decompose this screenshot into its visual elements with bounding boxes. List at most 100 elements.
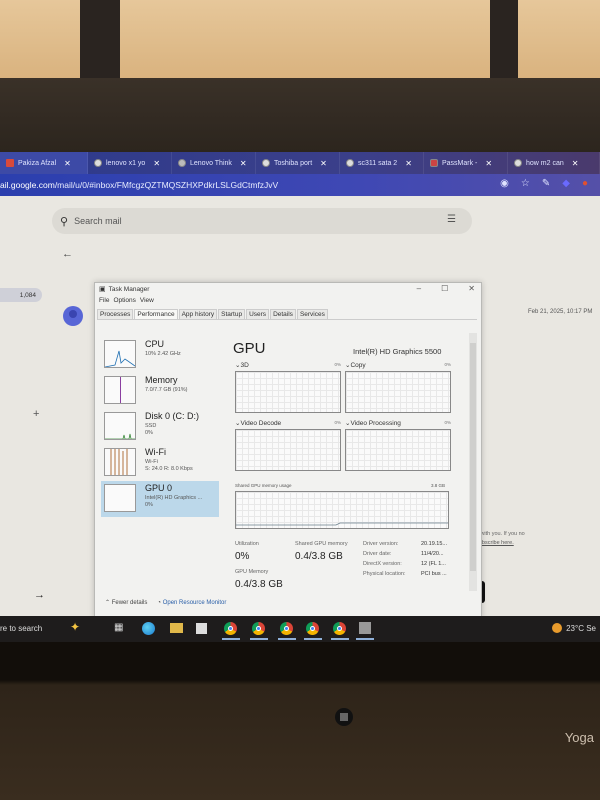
laptop-bezel-top — [0, 78, 600, 158]
chrome-icon[interactable] — [252, 622, 265, 635]
close-icon[interactable]: ✕ — [153, 159, 160, 168]
engine-label: 3D — [240, 362, 249, 369]
gpu-memory-label: GPU Memory — [235, 569, 269, 575]
disk-sparkline — [104, 412, 136, 440]
close-icon[interactable]: ✕ — [485, 159, 492, 168]
google-icon — [262, 159, 270, 167]
browser-tab[interactable]: sc311 sata 2 ✕ — [340, 152, 424, 174]
plus-icon[interactable]: + — [33, 408, 39, 420]
driver-date-value: 11/4/20... — [421, 551, 444, 557]
browser-tab[interactable]: lenovo x1 yo ✕ — [88, 152, 172, 174]
tab-app-history[interactable]: App history — [178, 309, 218, 319]
forward-arrow-icon[interactable]: → — [34, 589, 45, 601]
resource-disk[interactable]: Disk 0 (C: D:) SSD 0% — [101, 409, 219, 445]
resource-monitor-label: Open Resource Monitor — [162, 599, 227, 606]
close-icon[interactable]: ✕ — [320, 159, 327, 168]
store-icon[interactable] — [196, 623, 207, 634]
resource-detail: 10% 2.42 GHz — [145, 351, 181, 357]
resource-detail: 7.0/7.7 GB (91%) — [145, 387, 188, 393]
address-bar[interactable]: ail.google.com/mail/u/0/#inbox/FMfcgzQZT… — [0, 174, 600, 196]
scrollbar[interactable] — [469, 333, 477, 591]
close-icon[interactable]: ✕ — [572, 159, 579, 168]
search-mail-input[interactable]: ⚲ Search mail — [52, 208, 472, 234]
tab-processes[interactable]: Processes — [97, 309, 134, 319]
resource-gpu[interactable]: GPU 0 Intel(R) HD Graphics ... 0% — [101, 481, 219, 517]
maximize-icon[interactable]: ☐ — [441, 284, 448, 293]
pencil-icon[interactable]: ✎ — [542, 178, 550, 189]
task-manager-taskbar-icon[interactable] — [359, 622, 371, 634]
engine-label: Video Processing — [350, 420, 401, 427]
tab-bar: Processes Performance App history Startu… — [97, 309, 477, 320]
browser-tab[interactable]: Lenovo Think ✕ — [172, 152, 256, 174]
tab-details[interactable]: Details — [270, 309, 296, 319]
resource-cpu[interactable]: CPU 10% 2.42 GHz — [101, 337, 219, 373]
wifi-sparkline — [104, 448, 136, 476]
menu-file[interactable]: File — [99, 297, 109, 304]
windows-taskbar: re to search ✦ ▦ 23°C Se — [0, 616, 600, 642]
weather-text: 23°C Se — [566, 623, 596, 633]
url-text[interactable]: ail.google.com/mail/u/0/#inbox/FMfcgzQZT… — [0, 180, 278, 190]
file-explorer-icon[interactable] — [170, 623, 183, 633]
search-options-icon[interactable]: ☰ — [447, 214, 456, 225]
tab-performance[interactable]: Performance — [134, 309, 178, 319]
browser-tab-strip: Pakiza Afzal ✕ lenovo x1 yo ✕ Lenovo Thi… — [0, 152, 600, 174]
close-icon[interactable]: ✕ — [64, 159, 71, 168]
fewer-details-button[interactable]: ⌃ Fewer details — [105, 599, 147, 606]
chrome-icon[interactable] — [333, 622, 346, 635]
tab-services[interactable]: Services — [296, 309, 328, 319]
window-title: ▣ Task Manager — [99, 285, 149, 294]
tab-users[interactable]: Users — [246, 309, 270, 319]
weather-widget[interactable]: 23°C Se — [552, 623, 596, 633]
search-icon: ⚲ — [60, 215, 69, 228]
back-arrow-icon[interactable]: ← — [62, 248, 73, 260]
gmail-view: ⚲ Search mail ☰ ← 1,084 Feb 21, 2025, 10… — [0, 196, 600, 619]
star-icon[interactable]: ☆ — [521, 178, 530, 189]
resource-wifi[interactable]: Wi-Fi Wi-Fi S: 24.0 R: 8.0 Kbps — [101, 445, 219, 481]
menu-options[interactable]: Options — [113, 297, 135, 304]
shared-memory-max: 3.8 GB — [431, 483, 446, 488]
profile-icon[interactable]: ● — [582, 178, 588, 189]
close-icon[interactable]: ✕ — [468, 284, 475, 293]
shared-gpu-memory-label: Shared GPU memory — [295, 541, 348, 547]
browser-tab[interactable]: Toshiba port ✕ — [256, 152, 340, 174]
minimize-icon[interactable]: – — [417, 284, 421, 293]
copilot-icon[interactable]: ✦ — [70, 620, 80, 634]
fewer-details-label: Fewer details — [111, 600, 148, 606]
menu-bar: File Options View — [99, 297, 154, 304]
engine-pct: 0% — [444, 362, 451, 367]
tab-label: PassMark - — [442, 159, 478, 167]
search-placeholder: Search mail — [74, 216, 122, 226]
edge-icon[interactable] — [142, 622, 155, 635]
chrome-icon[interactable] — [280, 622, 293, 635]
close-icon[interactable]: ✕ — [240, 159, 247, 168]
engine-graph — [235, 429, 341, 471]
task-view-icon[interactable]: ▦ — [114, 622, 123, 633]
taskbar-search[interactable]: re to search — [0, 624, 42, 633]
browser-tab[interactable]: how m2 can ✕ — [508, 152, 600, 174]
physical-location-value: PCI bus ... — [421, 571, 447, 577]
resource-memory[interactable]: Memory 7.0/7.7 GB (91%) — [101, 373, 219, 409]
menu-view[interactable]: View — [140, 297, 154, 304]
driver-date-label: Driver date: — [363, 551, 392, 557]
utilization-label: Utilization — [235, 541, 259, 547]
browser-tab[interactable]: PassMark - ✕ — [424, 152, 508, 174]
tab-label: how m2 can — [526, 159, 564, 167]
scrollbar-thumb[interactable] — [470, 343, 476, 571]
close-icon[interactable]: ✕ — [405, 159, 412, 168]
chevron-up-icon: ⌃ — [105, 600, 111, 606]
memory-sparkline — [104, 376, 136, 404]
browser-tab[interactable]: Pakiza Afzal ✕ — [0, 152, 88, 174]
inbox-count-badge[interactable]: 1,084 — [0, 288, 42, 302]
chrome-icon[interactable] — [224, 622, 237, 635]
eye-icon[interactable]: ◉ — [500, 178, 509, 189]
chrome-icon[interactable] — [306, 622, 319, 635]
extension-icon[interactable]: ◆ — [562, 178, 570, 189]
open-resource-monitor-link[interactable]: ◔ Open Resource Monitor — [157, 600, 226, 606]
resource-monitor-icon: ◔ — [157, 599, 162, 606]
tab-startup[interactable]: Startup — [218, 309, 246, 319]
laptop-brand: Yoga — [564, 730, 594, 745]
utilization-value: 0% — [235, 551, 250, 562]
tab-label: lenovo x1 yo — [106, 159, 146, 167]
resource-detail: SSD — [145, 423, 157, 429]
resource-name: Wi-Fi — [145, 447, 166, 457]
